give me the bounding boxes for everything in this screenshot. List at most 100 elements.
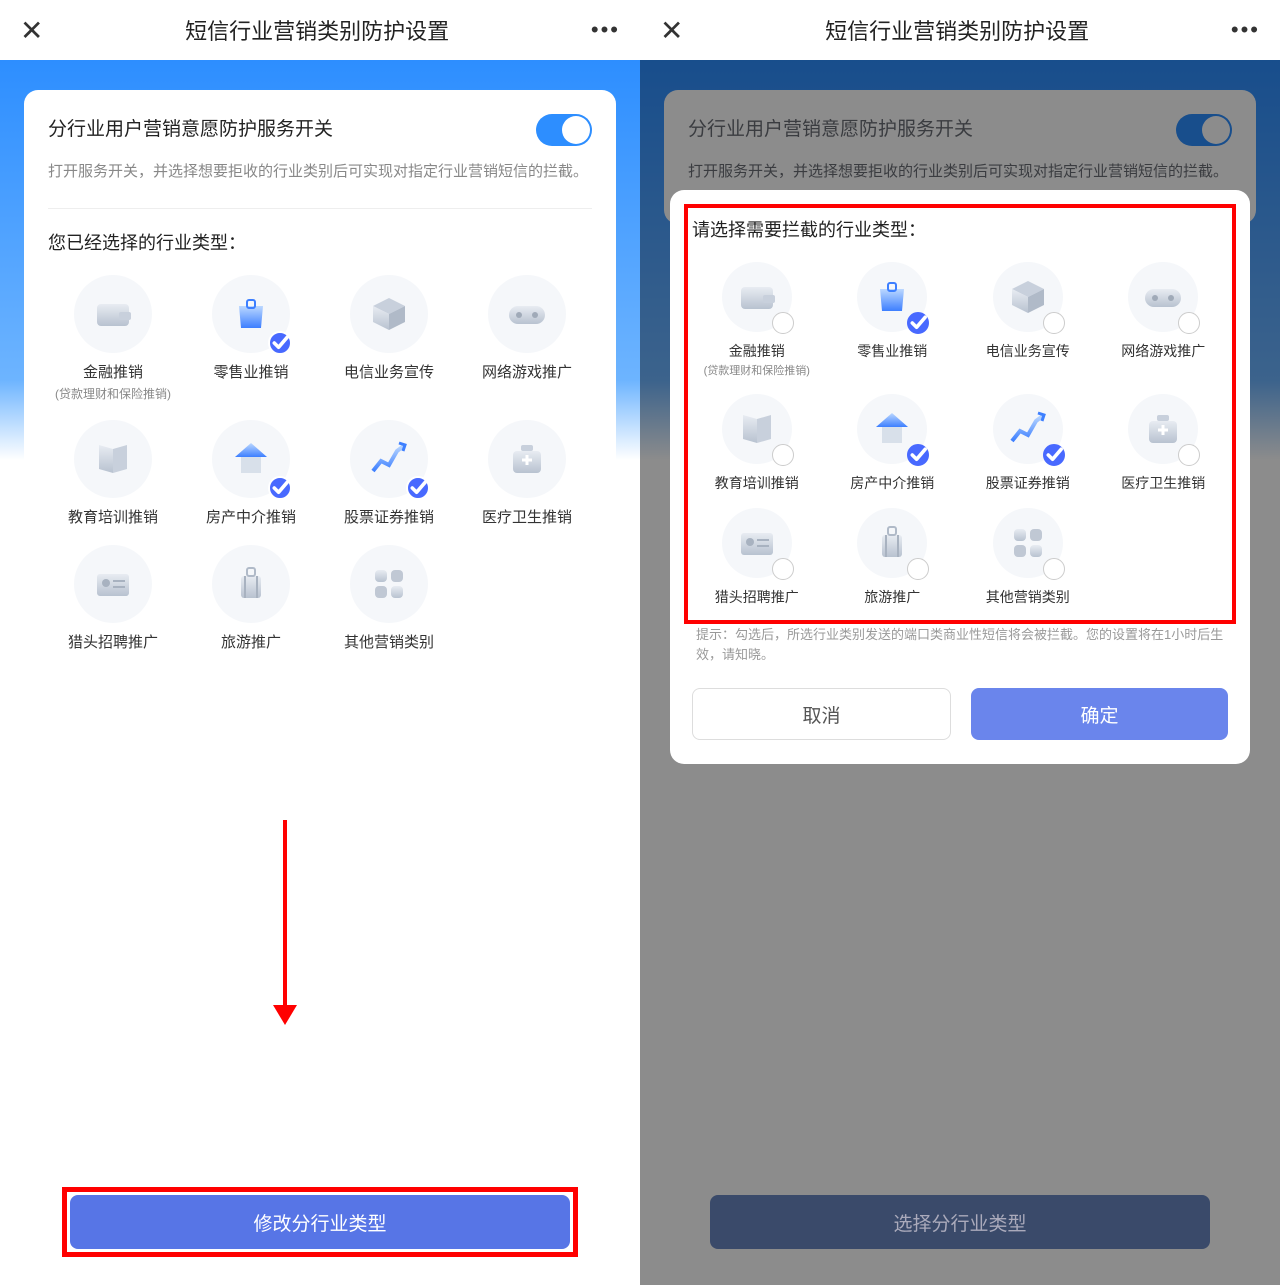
titlebar: ✕ 短信行业营销类别防护设置 ••• xyxy=(640,0,1280,60)
book-icon xyxy=(722,394,792,464)
checkbox-empty-icon xyxy=(772,444,794,466)
category-label: 其他营销类别 xyxy=(986,588,1070,606)
category-label: 网络游戏推广 xyxy=(1121,342,1205,360)
cube-icon xyxy=(993,262,1063,332)
select-category-button[interactable]: 选择分行业类型 xyxy=(710,1195,1210,1249)
bag-icon xyxy=(857,262,927,332)
grid-icon xyxy=(993,508,1063,578)
modal-actions: 取消 确定 xyxy=(692,688,1228,740)
category-item[interactable]: 旅游推广 xyxy=(186,545,316,653)
category-label: 医疗卫生推销 xyxy=(482,508,572,528)
checkbox-empty-icon xyxy=(907,558,929,580)
category-item[interactable]: 医疗卫生推销 xyxy=(462,420,592,528)
chart-icon xyxy=(993,394,1063,464)
medkit-icon xyxy=(488,420,566,498)
category-item[interactable]: 金融推销 (贷款理财和保险推销) xyxy=(48,275,178,402)
close-icon[interactable]: ✕ xyxy=(20,14,43,47)
book-icon xyxy=(74,420,152,498)
category-select-modal: 请选择需要拦截的行业类型： 金融推销 (贷款理财和保险推销) 零售业推销 电信业… xyxy=(670,190,1250,764)
category-label: 教育培训推销 xyxy=(715,474,799,492)
checkbox-empty-icon xyxy=(772,558,794,580)
checkmark-icon xyxy=(406,476,430,500)
modal-title: 请选择需要拦截的行业类型： xyxy=(692,216,1228,242)
screen-right: ✕ 短信行业营销类别防护设置 ••• 分行业用户营销意愿防护服务开关 打开服务开… xyxy=(640,0,1280,1285)
page-title: 短信行业营销类别防护设置 xyxy=(683,14,1230,46)
category-item[interactable]: 教育培训推销 xyxy=(48,420,178,528)
medkit-icon xyxy=(1128,394,1198,464)
cancel-button[interactable]: 取消 xyxy=(692,688,951,740)
chart-icon xyxy=(350,420,428,498)
category-label: 其他营销类别 xyxy=(344,633,434,653)
category-item[interactable]: 股票证券推销 xyxy=(324,420,454,528)
category-item[interactable]: 旅游推广 xyxy=(828,508,958,606)
category-subtitle: (贷款理财和保险推销) xyxy=(55,385,171,402)
house-icon xyxy=(212,420,290,498)
wallet-icon xyxy=(74,275,152,353)
category-item[interactable]: 其他营销类别 xyxy=(963,508,1093,606)
more-icon[interactable]: ••• xyxy=(591,17,620,43)
category-item[interactable]: 房产中介推销 xyxy=(828,394,958,492)
screen-left: ✕ 短信行业营销类别防护设置 ••• 分行业用户营销意愿防护服务开关 打开服务开… xyxy=(0,0,640,1285)
category-item[interactable]: 网络游戏推广 xyxy=(1099,262,1229,378)
category-item[interactable]: 医疗卫生推销 xyxy=(1099,394,1229,492)
category-item[interactable]: 电信业务宣传 xyxy=(324,275,454,402)
checkbox-empty-icon xyxy=(1178,444,1200,466)
category-subtitle: (贷款理财和保险推销) xyxy=(704,362,810,378)
page-title: 短信行业营销类别防护设置 xyxy=(43,14,590,46)
settings-card: 分行业用户营销意愿防护服务开关 打开服务开关，并选择想要拒收的行业类别后可实现对… xyxy=(24,90,616,693)
confirm-button[interactable]: 确定 xyxy=(971,688,1228,740)
category-label: 金融推销 xyxy=(83,363,143,383)
checkmark-icon xyxy=(268,331,292,355)
category-item[interactable]: 房产中介推销 xyxy=(186,420,316,528)
luggage-icon xyxy=(212,545,290,623)
category-item[interactable]: 零售业推销 xyxy=(186,275,316,402)
modal-hint: 提示：勾选后，所选行业类别发送的端口类商业性短信将会被拦截。您的设置将在1小时后… xyxy=(696,625,1224,667)
gamepad-icon xyxy=(1128,262,1198,332)
checkbox-empty-icon xyxy=(772,312,794,334)
checkmark-icon xyxy=(268,476,292,500)
more-icon[interactable]: ••• xyxy=(1231,17,1260,43)
gamepad-icon xyxy=(488,275,566,353)
close-icon[interactable]: ✕ xyxy=(660,14,683,47)
category-label: 金融推销 xyxy=(729,342,785,360)
checkbox-empty-icon xyxy=(1178,312,1200,334)
modify-category-button[interactable]: 修改分行业类型 xyxy=(70,1195,570,1249)
idcard-icon xyxy=(722,508,792,578)
category-grid: 金融推销 (贷款理财和保险推销) 零售业推销 电信业务宣传 网络游戏推广 教育培… xyxy=(692,262,1228,607)
category-label: 股票证券推销 xyxy=(344,508,434,528)
annotation-arrow-down xyxy=(265,820,305,1030)
category-item[interactable]: 电信业务宣传 xyxy=(963,262,1093,378)
category-label: 猎头招聘推广 xyxy=(715,588,799,606)
checkbox-checked-icon xyxy=(907,444,929,466)
checkbox-checked-icon xyxy=(1043,444,1065,466)
category-item[interactable]: 猎头招聘推广 xyxy=(48,545,178,653)
category-label: 教育培训推销 xyxy=(68,508,158,528)
category-label: 电信业务宣传 xyxy=(344,363,434,383)
protection-toggle[interactable] xyxy=(536,114,592,146)
house-icon xyxy=(857,394,927,464)
category-label: 网络游戏推广 xyxy=(482,363,572,383)
category-label: 旅游推广 xyxy=(864,588,920,606)
checkbox-empty-icon xyxy=(1043,312,1065,334)
category-label: 医疗卫生推销 xyxy=(1121,474,1205,492)
category-label: 房产中介推销 xyxy=(206,508,296,528)
titlebar: ✕ 短信行业营销类别防护设置 ••• xyxy=(0,0,640,60)
category-item[interactable]: 金融推销 (贷款理财和保险推销) xyxy=(692,262,822,378)
category-item[interactable]: 零售业推销 xyxy=(828,262,958,378)
switch-description: 打开服务开关，并选择想要拒收的行业类别后可实现对指定行业营销短信的拦截。 xyxy=(48,160,592,184)
category-item[interactable]: 股票证券推销 xyxy=(963,394,1093,492)
checkbox-empty-icon xyxy=(1043,558,1065,580)
category-grid: 金融推销 (贷款理财和保险推销) 零售业推销 电信业务宣传 网络游戏推广 教育培… xyxy=(48,275,592,653)
luggage-icon xyxy=(857,508,927,578)
category-item[interactable]: 猎头招聘推广 xyxy=(692,508,822,606)
selected-categories-title: 您已经选择的行业类型： xyxy=(48,229,592,255)
cube-icon xyxy=(350,275,428,353)
switch-title: 分行业用户营销意愿防护服务开关 xyxy=(48,114,333,141)
category-label: 零售业推销 xyxy=(213,363,288,383)
category-item[interactable]: 教育培训推销 xyxy=(692,394,822,492)
bag-icon xyxy=(212,275,290,353)
category-label: 猎头招聘推广 xyxy=(68,633,158,653)
category-item[interactable]: 其他营销类别 xyxy=(324,545,454,653)
category-item[interactable]: 网络游戏推广 xyxy=(462,275,592,402)
wallet-icon xyxy=(722,262,792,332)
